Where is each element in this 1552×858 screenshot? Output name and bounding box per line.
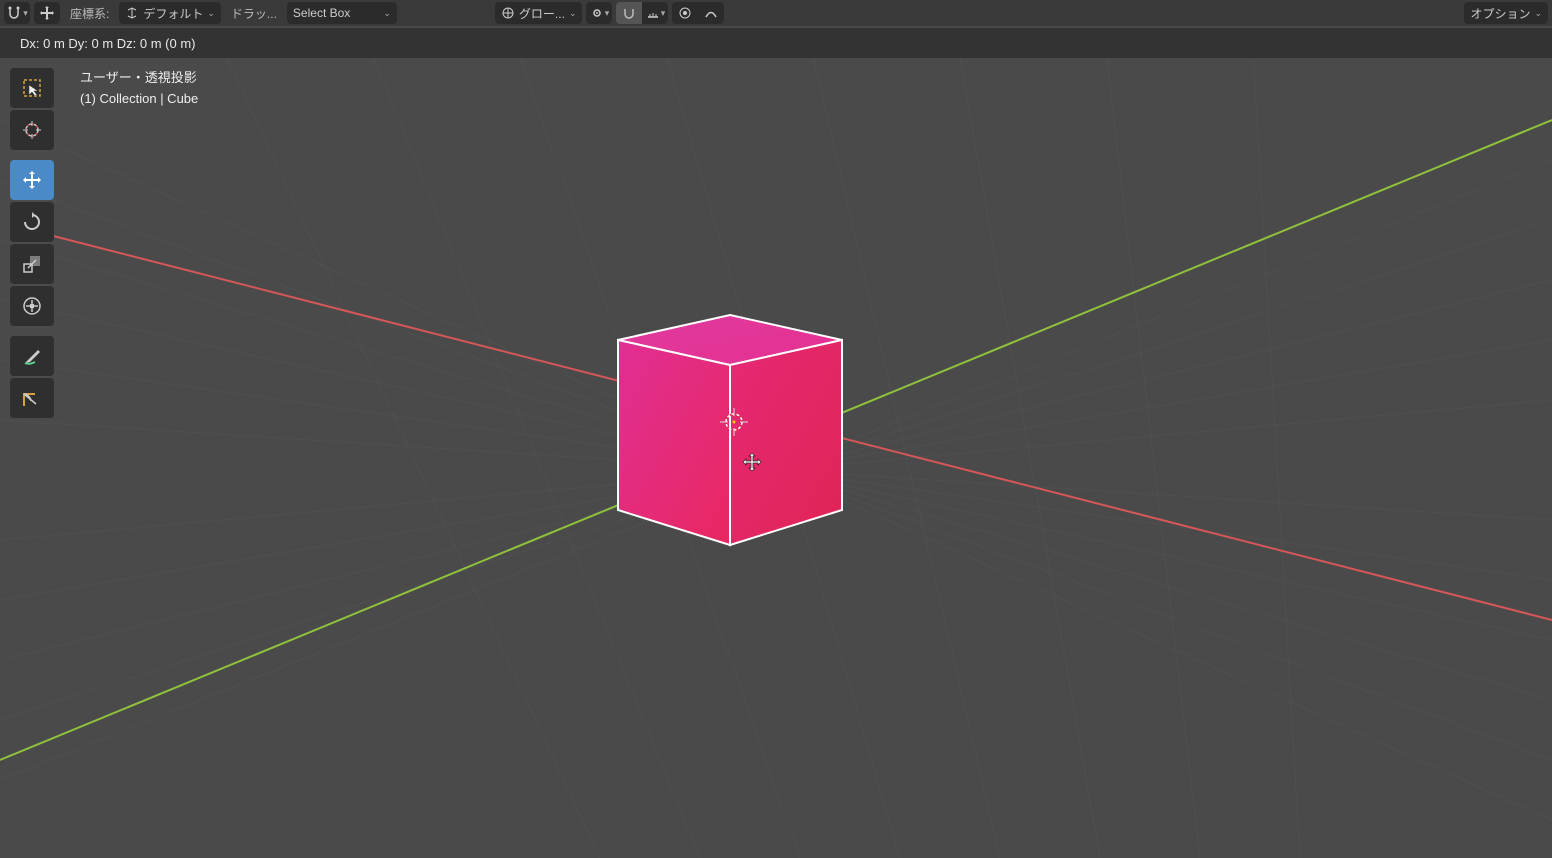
viewport-3d[interactable] xyxy=(0,0,1552,858)
status-bar: Dx: 0 m Dy: 0 m Dz: 0 m (0 m) xyxy=(0,28,1552,58)
transform-orientation-label: グロー... xyxy=(519,5,565,22)
move-cursor-icon xyxy=(742,452,762,472)
tool-measure[interactable] xyxy=(10,378,54,418)
tool-rotate[interactable] xyxy=(10,202,54,242)
snap-type-dropdown[interactable]: ▾ xyxy=(642,2,668,24)
transform-status-text: Dx: 0 m Dy: 0 m Dz: 0 m (0 m) xyxy=(20,36,196,51)
options-label: オプション xyxy=(1470,5,1530,22)
tool-transform[interactable] xyxy=(10,286,54,326)
move-gizmo-button[interactable] xyxy=(34,2,60,24)
select-mode-label: Select Box xyxy=(293,6,350,20)
pivot-dropdown[interactable]: ▾ xyxy=(586,2,612,24)
select-mode-dropdown[interactable]: Select Box ⌄ xyxy=(287,2,397,24)
orientation-dropdown[interactable]: デフォルト ⌄ xyxy=(119,2,221,24)
tool-annotate[interactable] xyxy=(10,336,54,376)
proportional-edit-toggle[interactable] xyxy=(672,2,698,24)
proportional-falloff-dropdown[interactable] xyxy=(698,2,724,24)
options-dropdown[interactable]: オプション ⌄ xyxy=(1464,2,1548,24)
cursor-3d-icon xyxy=(720,408,748,436)
viewport-object-label: (1) Collection | Cube xyxy=(80,89,198,110)
tool-move[interactable] xyxy=(10,160,54,200)
snap-toggle[interactable] xyxy=(616,2,642,24)
viewport-projection-label: ユーザー・透視投影 xyxy=(80,68,198,89)
tool-select-box[interactable] xyxy=(10,68,54,108)
header-toolbar: ▾ 座標系: デフォルト ⌄ ドラッ... Select Box ⌄ グロー..… xyxy=(0,0,1552,26)
transform-orientation-dropdown[interactable]: グロー... ⌄ xyxy=(495,2,583,24)
left-toolbar xyxy=(10,68,54,418)
tool-cursor[interactable] xyxy=(10,110,54,150)
drag-label: ドラッ... xyxy=(225,5,283,22)
coord-system-label: 座標系: xyxy=(64,5,115,22)
viewport-overlay-text: ユーザー・透視投影 (1) Collection | Cube xyxy=(80,68,198,110)
snap-button[interactable]: ▾ xyxy=(4,2,30,24)
orientation-label: デフォルト xyxy=(143,5,203,22)
tool-scale[interactable] xyxy=(10,244,54,284)
